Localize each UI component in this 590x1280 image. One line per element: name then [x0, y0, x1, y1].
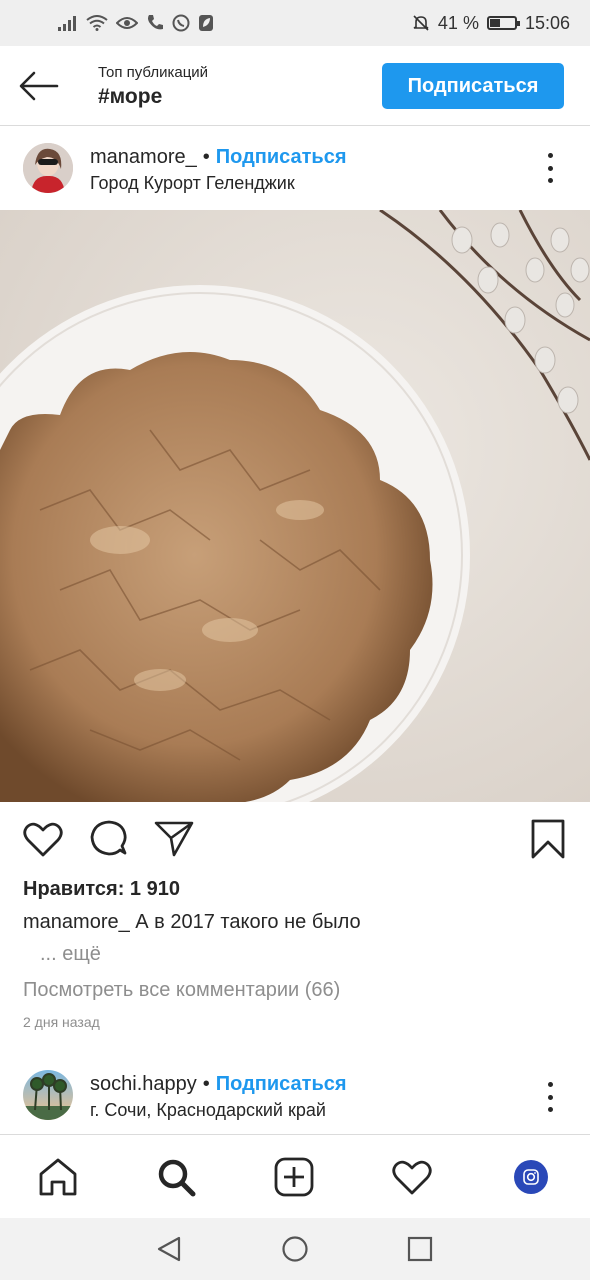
- post-user-line: manamore_ • Подписаться: [90, 146, 347, 169]
- nav-activity[interactable]: [390, 1155, 434, 1199]
- post-username[interactable]: manamore_: [90, 146, 197, 169]
- header-titles: Топ публикаций #море: [98, 64, 208, 109]
- like-button[interactable]: [22, 818, 64, 860]
- caption-username[interactable]: manamore_: [23, 911, 130, 933]
- status-bar: 41 % 15:06: [0, 0, 590, 46]
- next-post-username[interactable]: sochi.happy: [90, 1073, 197, 1096]
- likes-count[interactable]: Нравится: 1 910: [23, 878, 180, 901]
- post-actions: [0, 802, 590, 874]
- avatar[interactable]: [23, 143, 73, 193]
- system-recent-button[interactable]: [403, 1232, 437, 1266]
- save-button[interactable]: [527, 818, 569, 860]
- nav-profile[interactable]: [509, 1155, 553, 1199]
- home-icon: [39, 1158, 77, 1196]
- eye-icon: [116, 17, 138, 29]
- hashtag-title: #море: [98, 85, 163, 108]
- clock: 15:06: [524, 12, 570, 33]
- nav-new-post[interactable]: [272, 1155, 316, 1199]
- post-header: manamore_ • Подписаться Город Курорт Гел…: [0, 126, 590, 210]
- caption: manamore_ А в 2017 такого не было: [23, 911, 361, 934]
- eco-icon: [199, 15, 213, 31]
- separator-dot: •: [202, 1073, 210, 1095]
- caption-more-link[interactable]: ... ещё: [40, 943, 101, 966]
- top-header: Топ публикаций #море Подписаться: [0, 46, 590, 126]
- post-photo[interactable]: [0, 210, 590, 802]
- plus-square-icon: [274, 1157, 314, 1197]
- profile-avatar: [514, 1160, 548, 1194]
- follow-user-button[interactable]: Подписаться: [216, 146, 347, 169]
- send-icon: [154, 821, 194, 857]
- next-post-header: sochi.happy • Подписаться г. Сочи, Красн…: [0, 1058, 590, 1134]
- battery-percent: 41 %: [437, 12, 479, 33]
- separator-dot: •: [202, 146, 210, 168]
- mute-bell-icon: [413, 15, 429, 31]
- system-back-button[interactable]: [152, 1232, 186, 1266]
- whatsapp-icon: [172, 14, 190, 32]
- caption-text: А в 2017 такого не было: [135, 911, 361, 933]
- more-vertical-icon: [547, 153, 553, 158]
- battery-icon: [486, 16, 520, 30]
- system-navigation: [0, 1218, 590, 1280]
- header-subtitle: Топ публикаций: [98, 64, 209, 81]
- next-post-location[interactable]: г. Сочи, Краснодарский край: [90, 1100, 326, 1121]
- post-timestamp: 2 дня назад: [23, 1014, 100, 1030]
- triangle-back-icon: [157, 1236, 181, 1262]
- square-recent-icon: [407, 1236, 433, 1262]
- signal-icon: [58, 16, 76, 31]
- post-options-button[interactable]: [538, 153, 562, 183]
- comment-button[interactable]: [88, 818, 130, 860]
- system-home-button[interactable]: [278, 1232, 312, 1266]
- heart-icon: [392, 1160, 432, 1195]
- status-icons: [58, 14, 214, 32]
- arrow-left-icon: [19, 71, 59, 101]
- circle-home-icon: [282, 1236, 308, 1262]
- bottom-navigation: [0, 1134, 590, 1218]
- next-post-user-line: sochi.happy • Подписаться: [90, 1073, 347, 1096]
- more-vertical-icon: [547, 1082, 553, 1087]
- heart-icon: [23, 822, 63, 857]
- search-icon: [158, 1159, 196, 1197]
- status-right: 41 % 15:06: [412, 13, 570, 34]
- comment-icon: [90, 820, 127, 856]
- back-button[interactable]: [16, 66, 62, 106]
- phone-icon: [148, 15, 163, 30]
- post-location[interactable]: Город Курорт Геленджик: [90, 173, 295, 194]
- share-button[interactable]: [153, 818, 195, 860]
- follow-hashtag-button[interactable]: Подписаться: [382, 63, 564, 109]
- follow-next-user-button[interactable]: Подписаться: [216, 1073, 347, 1096]
- next-post-options-button[interactable]: [538, 1082, 562, 1112]
- wifi-icon: [86, 15, 108, 31]
- view-comments-link[interactable]: Посмотреть все комментарии (66): [23, 979, 340, 1002]
- bookmark-icon: [531, 819, 565, 859]
- nav-home[interactable]: [36, 1155, 80, 1199]
- avatar[interactable]: [23, 1070, 73, 1120]
- nav-search[interactable]: [154, 1155, 198, 1199]
